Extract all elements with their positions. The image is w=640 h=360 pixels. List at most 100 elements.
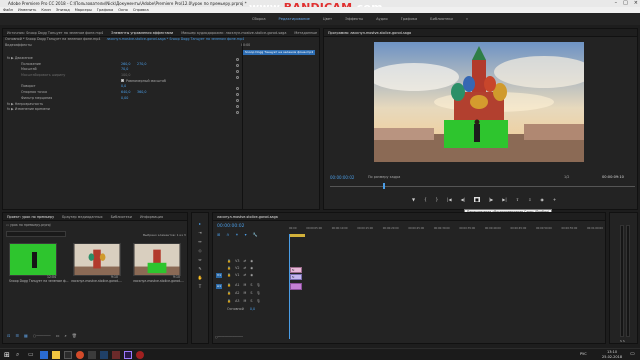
chrome-icon[interactable] — [76, 351, 84, 359]
input-language[interactable]: РУС — [580, 352, 587, 356]
search-icon[interactable]: ⌕ — [64, 333, 66, 338]
marker-icon[interactable]: ▼ — [412, 197, 415, 202]
lock-icon[interactable]: 🔒 — [227, 291, 231, 299]
program-video-frame[interactable] — [374, 42, 584, 162]
store-icon[interactable] — [64, 351, 72, 359]
sync-icon[interactable]: ⇄ — [243, 273, 246, 280]
search-icon[interactable]: ⌕ — [16, 351, 24, 359]
eye-icon[interactable]: ◉ — [250, 273, 253, 280]
reset-icon[interactable] — [236, 70, 239, 73]
sync-icon[interactable]: ⇄ — [243, 266, 246, 273]
track-header-a1[interactable]: 🔒 A1 M S 🎙 — [217, 283, 287, 291]
go-to-in-icon[interactable]: |◀ — [447, 197, 451, 202]
windows-start-icon[interactable]: ⊞ — [4, 351, 12, 359]
effect-row-time-remap[interactable]: fx ▶ Изменение времени — [7, 107, 239, 113]
workspace-audio[interactable]: Аудио — [376, 13, 388, 25]
source-patch-a1[interactable]: A1 — [216, 284, 222, 289]
timeline-zoom-scroll[interactable]: ○────────────── — [215, 335, 243, 339]
workspace-editing[interactable]: Редактирование — [279, 13, 310, 25]
track-header-a2[interactable]: 🔒 A2 M S 🎙 — [217, 291, 287, 299]
zoom-slider[interactable]: ○────── — [33, 333, 51, 338]
browser-icon[interactable] — [40, 351, 48, 359]
tab-libraries[interactable]: Библиотеки — [111, 213, 132, 220]
reset-icon[interactable] — [236, 93, 239, 96]
eye-icon[interactable]: ◉ — [250, 266, 253, 273]
effect-clip-bar[interactable]: Snoop Dogg Танцует на зеленом фоне.mp4 — [243, 50, 315, 55]
close-icon[interactable]: × — [634, 0, 638, 7]
new-item-icon[interactable]: ▭ — [56, 333, 60, 338]
mark-out-icon[interactable]: } — [436, 197, 439, 202]
step-back-icon[interactable]: ◀| — [461, 197, 465, 202]
hand-tool-icon[interactable]: ✋ — [197, 275, 203, 281]
project-item-thumbnail[interactable] — [73, 243, 121, 276]
type-tool-icon[interactable]: T — [197, 284, 203, 290]
microphone-icon[interactable]: 🎙 — [256, 291, 260, 299]
workspace-effects[interactable]: Эффекты — [345, 13, 363, 25]
microphone-icon[interactable]: 🎙 — [256, 299, 260, 307]
app-icon[interactable] — [100, 351, 108, 359]
linked-selection-icon[interactable]: ⚭ — [235, 232, 238, 237]
track-header-v2[interactable]: 🔒 V2 ⇄ ◉ — [217, 266, 287, 273]
workspace-libraries[interactable]: Библиотеки — [430, 13, 453, 25]
lift-icon[interactable]: ⇧ — [516, 197, 519, 202]
track-header-master[interactable]: Основной 0,0 — [217, 307, 287, 313]
ripple-edit-tool-icon[interactable]: ↔ — [197, 239, 203, 245]
effect-master-clip[interactable]: Основной * Snoop Dogg Танцует на зеленом… — [5, 37, 100, 43]
effect-sequence-clip[interactable]: ласкнул-mostve-stolice-gorod-saga * Snoo… — [106, 37, 244, 43]
insert-sequence-icon[interactable]: ⊞ — [217, 232, 220, 237]
tab-metadata[interactable]: Метаданные — [294, 29, 317, 36]
reset-icon[interactable] — [236, 99, 239, 102]
timeline-settings-icon[interactable]: 🔧 — [253, 232, 258, 237]
reset-icon[interactable] — [236, 58, 239, 61]
selection-tool-icon[interactable]: ▸ — [197, 221, 203, 227]
track-header-a3[interactable]: 🔒 A3 M S 🎙 — [217, 299, 287, 307]
program-zoom-select[interactable]: 1/2 — [564, 175, 569, 179]
maximize-icon[interactable]: □ — [623, 0, 628, 7]
lock-icon[interactable]: 🔒 — [227, 283, 231, 291]
project-item-name[interactable]: ласкнул-mostve-stolice-gorod-... — [71, 279, 122, 283]
export-frame-icon[interactable]: ◉ — [540, 197, 544, 202]
reset-icon[interactable] — [236, 87, 239, 90]
tab-info[interactable]: Информация — [140, 213, 163, 220]
lock-icon[interactable]: 🔒 — [227, 259, 231, 266]
tab-effect-controls[interactable]: Элементы управления эффектами — [111, 29, 173, 36]
add-marker-icon[interactable]: ▾ — [245, 232, 247, 237]
pen-tool-icon[interactable]: ✎ — [197, 266, 203, 272]
eye-icon[interactable]: ◉ — [250, 259, 253, 266]
app-icon[interactable] — [112, 351, 120, 359]
app-icon[interactable] — [88, 351, 96, 359]
source-patch-v1[interactable]: V1 — [216, 273, 222, 278]
lock-icon[interactable]: 🔒 — [227, 266, 231, 273]
razor-tool-icon[interactable]: ◇ — [197, 248, 203, 254]
project-item-thumbnail[interactable] — [9, 243, 57, 276]
tab-media-browser[interactable]: Браузер медиаданных — [62, 213, 103, 220]
stop-icon[interactable]: ■ — [474, 197, 480, 202]
track-select-tool-icon[interactable]: ⇥ — [197, 230, 203, 236]
project-item-name[interactable]: ласкнул-mostve-stolice-gorod-... — [133, 279, 184, 283]
track-header-v1[interactable]: 🔒 V1 ⇄ ◉ — [217, 273, 287, 280]
bandicam-icon[interactable] — [136, 351, 144, 359]
project-item-thumbnail[interactable] — [133, 243, 181, 276]
list-view-icon[interactable]: ☰ — [15, 333, 19, 338]
minimize-icon[interactable]: – — [615, 0, 618, 7]
notifications-icon[interactable]: ▭ — [630, 351, 635, 357]
reset-icon[interactable] — [236, 105, 239, 108]
workspace-more[interactable]: » — [466, 13, 468, 25]
slip-tool-icon[interactable]: ⇔ — [197, 257, 203, 263]
tab-project[interactable]: Проект: урок по премьеру — [7, 213, 54, 220]
reset-icon[interactable] — [236, 76, 239, 79]
go-to-out-icon[interactable]: ▶| — [502, 197, 506, 202]
program-scrubber[interactable] — [330, 186, 635, 189]
snap-icon[interactable]: ∩ — [226, 232, 229, 237]
project-search-input[interactable] — [6, 231, 66, 237]
audio-meter-solo[interactable]: S S — [620, 339, 625, 343]
workspace-color[interactable]: Цвет — [323, 13, 332, 25]
tab-source[interactable]: Источник: Snoop Dogg Танцует на зеленом … — [7, 29, 103, 36]
task-view-icon[interactable]: ▭ — [28, 351, 36, 359]
lock-icon[interactable]: ⊡ — [7, 333, 10, 338]
timeline-ruler[interactable]: 00:00 00:00:05:00 00:00:10:00 00:00:15:00 00… — [289, 227, 603, 233]
tab-audio-mixer[interactable]: Микшер аудиодорожек: ласкнул-mostve-stol… — [181, 29, 286, 36]
program-timecode[interactable]: 00:00:00:02 — [330, 175, 354, 180]
uniform-scale-checkbox[interactable] — [121, 79, 124, 83]
timeline-clip-v2[interactable]: fx — [290, 267, 302, 273]
